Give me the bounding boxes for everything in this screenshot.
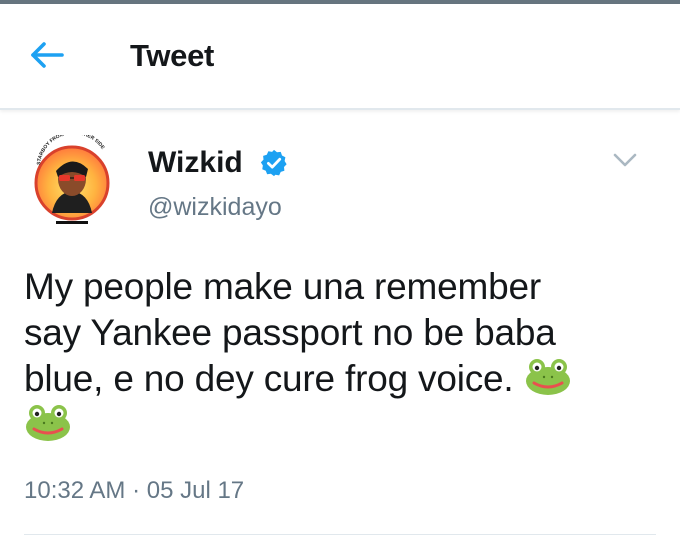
tweet-timestamp: 10:32 AM · 05 Jul 17 [24, 477, 245, 504]
frog-face-icon [525, 359, 570, 395]
verified-badge-icon [260, 149, 287, 177]
app-header: Tweet [0, 4, 680, 110]
author-name[interactable]: Wizkid [148, 146, 243, 180]
tweet-line: My people make una remember [24, 266, 541, 307]
tweet-line: say Yankee passport no be baba [24, 312, 556, 353]
arrow-left-icon[interactable] [28, 40, 66, 70]
avatar[interactable]: STARBOY FROM THE OTHER SIDE [26, 135, 118, 227]
chevron-down-icon[interactable] [612, 152, 638, 168]
tweet-line-emoji [24, 402, 664, 448]
frog-face-icon [26, 405, 70, 441]
divider [24, 534, 656, 535]
tweet-line-with-emoji: blue, e no dey cure frog voice. [24, 356, 664, 402]
author-handle[interactable]: @wizkidayo [148, 193, 282, 222]
page-title: Tweet [130, 38, 215, 73]
tweet-line: blue, e no dey cure frog voice. [24, 358, 514, 399]
tweet-body: My people make una remember say Yankee p… [24, 264, 664, 448]
